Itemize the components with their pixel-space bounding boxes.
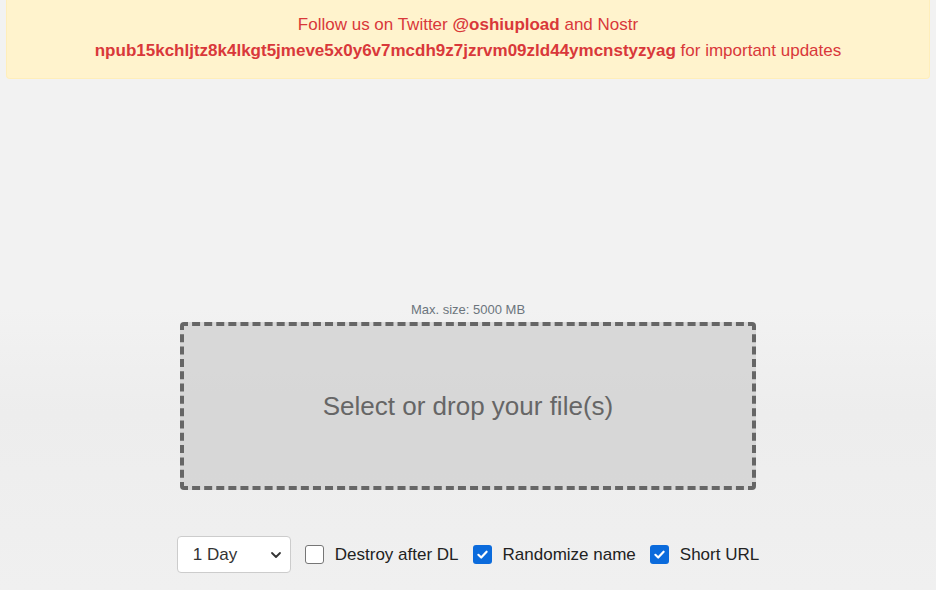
announcement-banner: Follow us on Twitter @oshiupload and Nos… [6,0,930,79]
checkbox[interactable] [473,545,492,564]
expiry-select[interactable]: 1 Day [177,536,291,573]
banner-text: Follow us on Twitter [298,15,453,34]
max-size: Max. size: 5000 MB [411,302,525,318]
banner-line: npub15kchljtz8k4lkgt5jmeve5x0y6v7mcdh9z7… [19,38,917,64]
page: Follow us on Twitter @oshiupload and Nos… [0,0,936,590]
checkbox-option[interactable]: Short URL [650,545,759,565]
banner-text: and Nostr [560,15,638,34]
banner-line: Follow us on Twitter @oshiupload and Nos… [19,12,917,38]
chevron-down-icon [270,549,282,561]
banner-text: npub15kchljtz8k4lkgt5jmeve5x0y6v7mcdh9z7… [95,41,676,60]
banner-text: @oshiupload [452,15,559,34]
dropzone[interactable]: Select or drop your file(s) [180,322,756,490]
options-row: 1 Day Destroy after DL Randomize name Short… [177,536,759,573]
checkbox-option[interactable]: Destroy after DL [305,545,459,565]
check-icon [476,548,489,561]
uploader: Max. size: 5000 MB Select or drop your fi… [177,302,759,573]
checkbox-option[interactable]: Randomize name [473,545,636,565]
checkbox[interactable] [650,545,669,564]
check-icon [653,548,666,561]
banner-text: for important updates [676,41,841,60]
checkbox[interactable] [305,545,324,564]
